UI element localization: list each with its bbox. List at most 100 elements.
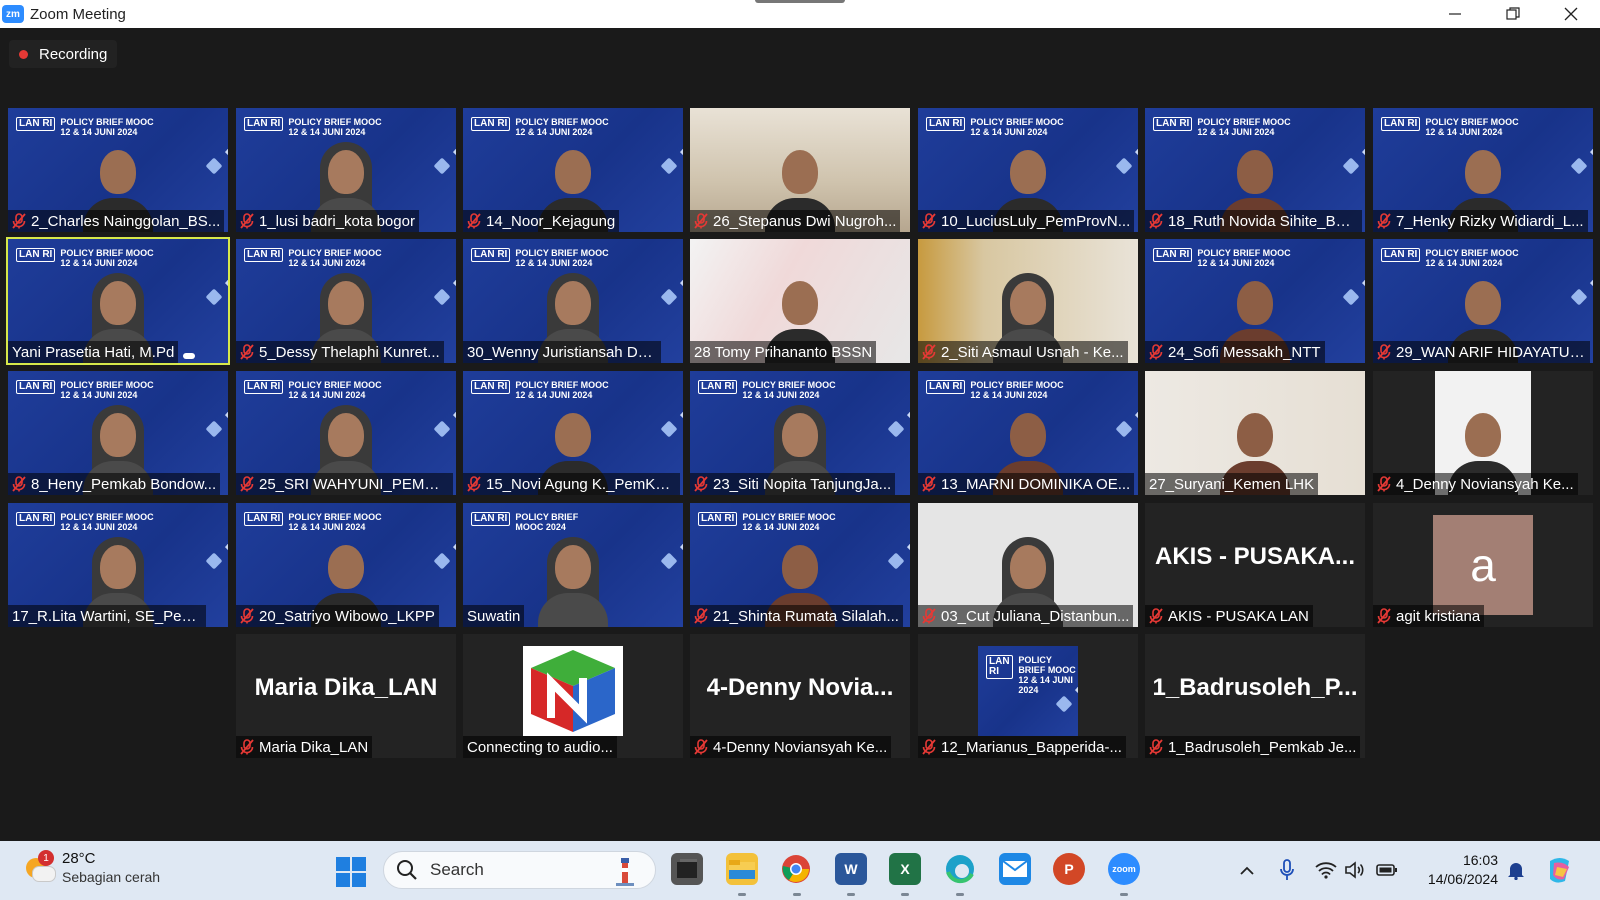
weather-temperature: 28°C — [62, 850, 96, 867]
participant-tile[interactable]: LAN RI POLICY BRIEF MOOC 12 & 14 JUNI 2024… — [8, 503, 228, 627]
participant-name-bar: 7_Henky Rizky Widiardi_L... — [1373, 210, 1588, 232]
participant-tile[interactable]: LAN RI POLICY BRIEF MOOC 12 & 14 JUNI 2024… — [918, 108, 1138, 232]
participant-name: 4-Denny Noviansyah Ke... — [713, 738, 888, 756]
wifi-tray-button[interactable] — [1315, 859, 1337, 881]
edge-button[interactable] — [944, 853, 976, 885]
mic-muted-icon — [1149, 739, 1163, 755]
battery-tray-button[interactable] — [1376, 859, 1398, 881]
participant-name: 29_WAN ARIF HIDAYATUL... — [1396, 343, 1586, 361]
participant-name-bar: 10_LuciusLuly_PemProvN... — [918, 210, 1135, 232]
search-icon — [396, 859, 418, 881]
participant-tile[interactable]: Maria Dika_LAN Maria Dika_LAN — [236, 634, 456, 758]
notifications-button[interactable] — [1505, 859, 1527, 881]
participant-tile[interactable]: LAN RI POLICY BRIEF MOOC 12 & 14 JUNI 2024… — [918, 634, 1138, 758]
participant-name: Suwatin — [467, 607, 521, 625]
participant-name: 23_Siti Nopita TanjungJa... — [713, 475, 892, 493]
microphone-icon — [1280, 859, 1294, 880]
participant-tile[interactable]: LAN RI POLICY BRIEF MOOC 12 & 14 JUNI 2024… — [236, 108, 456, 232]
volume-tray-button[interactable] — [1344, 859, 1366, 881]
participant-name-bar: 2_Siti Asmaul Usnah - Ke... — [918, 341, 1128, 363]
show-hidden-icons-button[interactable] — [1236, 859, 1258, 881]
participant-name-bar: 1_lusi badri_kota bogor — [236, 210, 419, 232]
participant-tile[interactable]: 03_Cut Juliana_Distanbun... — [918, 503, 1138, 627]
weather-widget[interactable]: 1 28°C Sebagian cerah — [22, 849, 160, 887]
recording-indicator[interactable]: Recording — [9, 40, 118, 68]
participant-name: Maria Dika_LAN — [259, 738, 369, 756]
restore-button[interactable] — [1484, 0, 1542, 28]
participant-name: 20_Satriyo Wibowo_LKPP — [259, 607, 435, 625]
mic-muted-icon — [922, 213, 936, 229]
speaker-icon — [1345, 861, 1364, 879]
mic-muted-icon — [1377, 344, 1391, 360]
minimize-button[interactable] — [1426, 0, 1484, 28]
mic-muted-icon — [1377, 476, 1391, 492]
copilot-button[interactable] — [1545, 855, 1575, 885]
participant-avatar: a — [1433, 515, 1533, 615]
participant-name-bar: 4_Denny Noviansyah Ke... — [1373, 473, 1578, 495]
file-explorer-button[interactable] — [726, 853, 758, 885]
mic-muted-icon — [1149, 213, 1163, 229]
participant-tile[interactable]: 26_Stepanus Dwi Nugroh... — [690, 108, 910, 232]
powerpoint-button[interactable]: P — [1053, 853, 1085, 885]
participant-tile[interactable]: LAN RI POLICY BRIEF MOOC 12 & 14 JUNI 2024… — [690, 503, 910, 627]
participant-tile[interactable]: 27_Suryani_Kemen LHK — [1145, 371, 1365, 495]
participant-tile[interactable]: LAN RI POLICY BRIEF MOOC 12 & 14 JUNI 2024… — [690, 371, 910, 495]
participant-tile[interactable]: LAN RI POLICY BRIEF MOOC 12 & 14 JUNI 2024… — [463, 239, 683, 363]
participant-tile[interactable]: LAN RI POLICY BRIEF MOOC 12 & 14 JUNI 2024… — [1373, 239, 1593, 363]
participant-name-bar: 20_Satriyo Wibowo_LKPP — [236, 605, 439, 627]
participant-tile[interactable]: LAN RI POLICY BRIEF MOOC 12 & 14 JUNI 2024… — [463, 371, 683, 495]
hand-icon — [183, 353, 195, 359]
participant-tile[interactable]: LAN RI POLICY BRIEF MOOC 12 & 14 JUNI 2024… — [236, 239, 456, 363]
mic-muted-icon — [1377, 213, 1391, 229]
participant-name: 12_Marianus_Bapperida-... — [941, 738, 1122, 756]
zoom-app-icon: zm — [2, 5, 24, 23]
excel-button[interactable]: X — [889, 853, 921, 885]
task-view-button[interactable] — [671, 853, 703, 885]
participant-tile[interactable]: Connecting to audio... — [463, 634, 683, 758]
zoom-taskbar-button[interactable]: zoom — [1108, 853, 1140, 885]
participant-tile[interactable]: 4-Denny Novia... 4-Denny Noviansyah Ke... — [690, 634, 910, 758]
participant-tile[interactable]: LAN RI POLICY BRIEF MOOC 12 & 14 JUNI 2024… — [8, 108, 228, 232]
participant-name: 24_Sofi Messakh_NTT — [1168, 343, 1321, 361]
mic-muted-icon — [467, 476, 481, 492]
window-title-bar: zm Zoom Meeting — [0, 0, 1600, 28]
mail-icon — [1002, 860, 1028, 877]
mic-muted-icon — [694, 739, 708, 755]
snap-bar[interactable] — [755, 0, 845, 3]
participant-name: 17_R.Lita Wartini, SE_Pemkab... — [12, 607, 202, 625]
participant-name: 30_Wenny Juristiansah D_Dis... — [467, 343, 657, 361]
participant-tile[interactable]: LAN RI POLICY BRIEF MOOC 12 & 14 JUNI 2024… — [8, 371, 228, 495]
word-button[interactable]: W — [835, 853, 867, 885]
connecting-indicator: ... — [600, 738, 613, 756]
participant-tile[interactable]: 1_Badrusoleh_P... 1_Badrusoleh_Pemkab Je.… — [1145, 634, 1365, 758]
mic-muted-icon — [240, 739, 254, 755]
participant-name-bar: 5_Dessy Thelaphi Kunret... — [236, 341, 444, 363]
participant-name-bar: 2_Charles Nainggolan_BS... — [8, 210, 225, 232]
participant-tile[interactable]: LAN RI POLICY BRIEF MOOC 12 & 14 JUNI 2024… — [1145, 239, 1365, 363]
participant-tile[interactable]: LAN RI POLICY BRIEF MOOC 12 & 14 JUNI 2024… — [918, 371, 1138, 495]
participant-tile[interactable]: LAN RI POLICY BRIEF MOOC 12 & 14 JUNI 2024… — [236, 371, 456, 495]
participant-display-name: 4-Denny Novia... — [706, 674, 894, 701]
participant-display-name: Maria Dika_LAN — [254, 674, 438, 701]
chrome-button[interactable] — [780, 853, 812, 885]
participant-tile[interactable]: a agit kristiana — [1373, 503, 1593, 627]
mail-button[interactable] — [999, 853, 1031, 885]
participant-tile[interactable]: 2_Siti Asmaul Usnah - Ke... — [918, 239, 1138, 363]
participant-tile[interactable]: AKIS - PUSAKA... AKIS - PUSAKA LAN — [1145, 503, 1365, 627]
participant-name-bar: Connecting to audio... — [463, 736, 617, 758]
participant-tile[interactable]: LAN RI POLICY BRIEF MOOC 12 & 14 JUNI 2024… — [6, 237, 230, 365]
participant-tile[interactable]: LAN RI POLICY BRIEF MOOC 2024 Suwatin — [463, 503, 683, 627]
bell-icon — [1508, 863, 1524, 880]
participant-tile[interactable]: LAN RI POLICY BRIEF MOOC 12 & 14 JUNI 2024… — [463, 108, 683, 232]
participant-tile[interactable]: LAN RI POLICY BRIEF MOOC 12 & 14 JUNI 2024… — [236, 503, 456, 627]
participant-tile[interactable]: LAN RI POLICY BRIEF MOOC 12 & 14 JUNI 2024… — [1373, 108, 1593, 232]
participant-tile[interactable]: 28 Tomy Prihananto BSSN — [690, 239, 910, 363]
participant-tile[interactable]: 4_Denny Noviansyah Ke... — [1373, 371, 1593, 495]
taskbar-clock[interactable]: 16:03 14/06/2024 — [1418, 851, 1498, 889]
participant-tile[interactable]: LAN RI POLICY BRIEF MOOC 12 & 14 JUNI 2024… — [1145, 108, 1365, 232]
microphone-tray-button[interactable] — [1276, 859, 1298, 881]
mic-muted-icon — [1149, 608, 1163, 624]
close-button[interactable] — [1542, 0, 1600, 28]
start-button[interactable] — [336, 857, 366, 887]
taskbar-search[interactable]: Search — [383, 851, 656, 889]
